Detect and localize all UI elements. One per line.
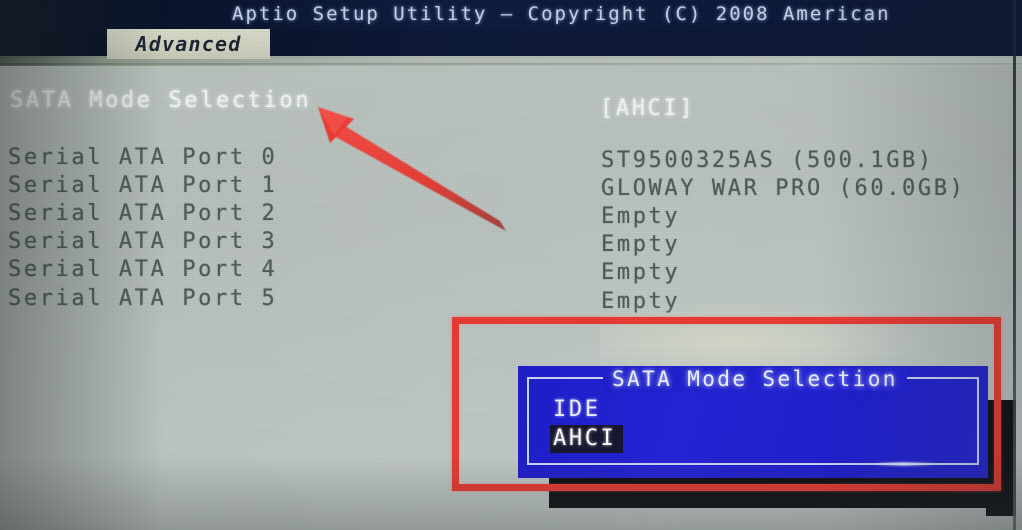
- red-rectangle-annotation: [452, 317, 1001, 491]
- header-separator-line: [0, 63, 1022, 65]
- setting-value-serial-ata-port-1: GLOWAY WAR PRO (60.0GB): [601, 176, 966, 201]
- setting-label-serial-ata-port-5[interactable]: Serial ATA Port 5: [8, 286, 277, 311]
- setting-label-serial-ata-port-2[interactable]: Serial ATA Port 2: [8, 201, 277, 226]
- setting-label-sata-mode-selection[interactable]: SATA Mode Selection: [10, 88, 311, 113]
- setting-value-serial-ata-port-5: Empty: [601, 289, 681, 314]
- setting-label-serial-ata-port-3[interactable]: Serial ATA Port 3: [8, 229, 277, 254]
- setting-value-serial-ata-port-3: Empty: [601, 232, 681, 257]
- setting-label-serial-ata-port-0[interactable]: Serial ATA Port 0: [8, 145, 277, 170]
- setting-value-serial-ata-port-0: ST9500325AS (500.1GB): [601, 148, 934, 173]
- setting-value-serial-ata-port-2: Empty: [601, 204, 681, 229]
- bios-screen: Aptio Setup Utility – Copyright (C) 2008…: [0, 0, 1022, 530]
- screen-bezel-edge: [1013, 0, 1016, 530]
- setting-value-sata-mode-selection[interactable]: [AHCI]: [600, 96, 695, 121]
- tab-advanced-label: Advanced: [135, 32, 242, 56]
- page-title: Aptio Setup Utility – Copyright (C) 2008…: [232, 3, 891, 25]
- setting-label-serial-ata-port-4[interactable]: Serial ATA Port 4: [8, 257, 277, 282]
- setting-value-serial-ata-port-4: Empty: [601, 260, 681, 285]
- setting-label-serial-ata-port-1[interactable]: Serial ATA Port 1: [8, 173, 277, 198]
- tab-advanced[interactable]: Advanced: [107, 29, 270, 59]
